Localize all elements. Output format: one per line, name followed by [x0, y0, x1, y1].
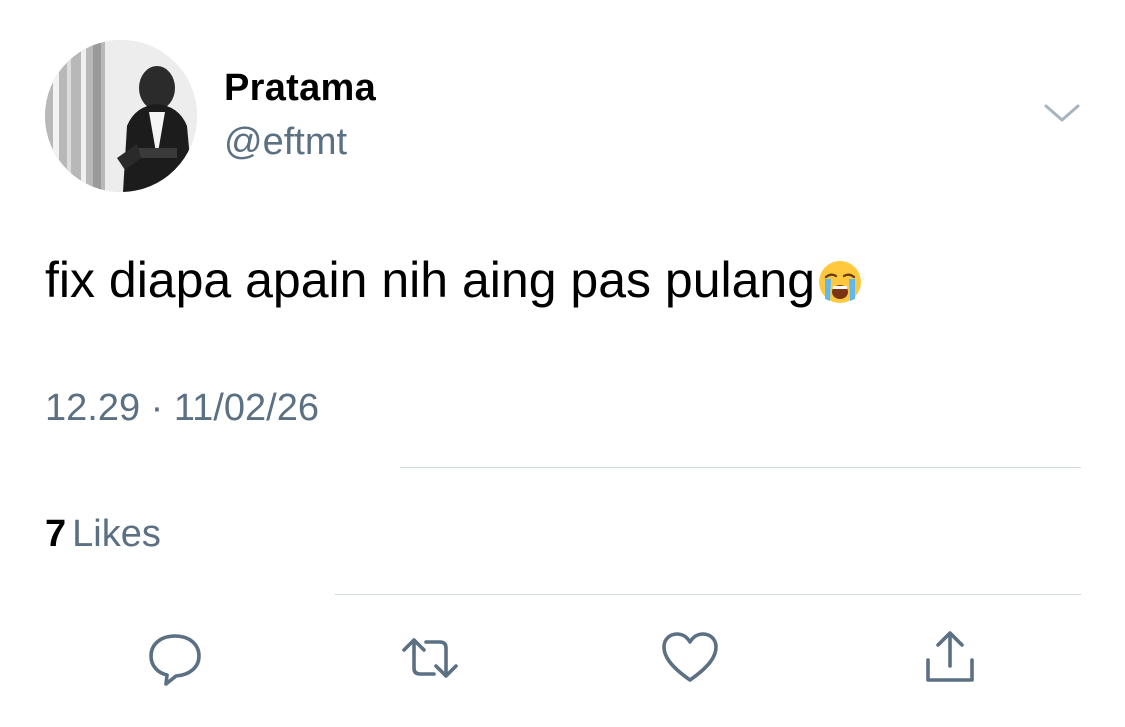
likes-stat[interactable]: 7 Likes [45, 512, 161, 556]
likes-count: 7 [45, 513, 67, 555]
reply-button[interactable] [145, 628, 205, 688]
retweet-button[interactable] [400, 628, 460, 688]
share-button[interactable] [920, 628, 980, 688]
like-button[interactable] [660, 628, 720, 688]
tweet-body: fix diapa apain nih aing pas pulang [45, 250, 863, 318]
avatar[interactable] [45, 40, 197, 192]
heart-icon [662, 632, 718, 682]
crying-face-emoji-icon [817, 258, 863, 318]
author-display-name[interactable]: Pratama [224, 66, 376, 110]
divider [400, 467, 1081, 468]
author-handle[interactable]: @eftmt [224, 120, 347, 164]
reply-icon [149, 634, 201, 686]
avatar-photo [45, 40, 197, 192]
tweet-text: fix diapa apain nih aing pas pulang [45, 252, 816, 308]
retweet-icon [402, 638, 458, 678]
divider [335, 594, 1081, 595]
tweet-timestamp[interactable]: 12.29 · 11/02/26 [45, 386, 319, 430]
chevron-down-icon[interactable] [1040, 96, 1084, 132]
likes-label: Likes [72, 513, 161, 555]
share-icon [926, 631, 974, 682]
